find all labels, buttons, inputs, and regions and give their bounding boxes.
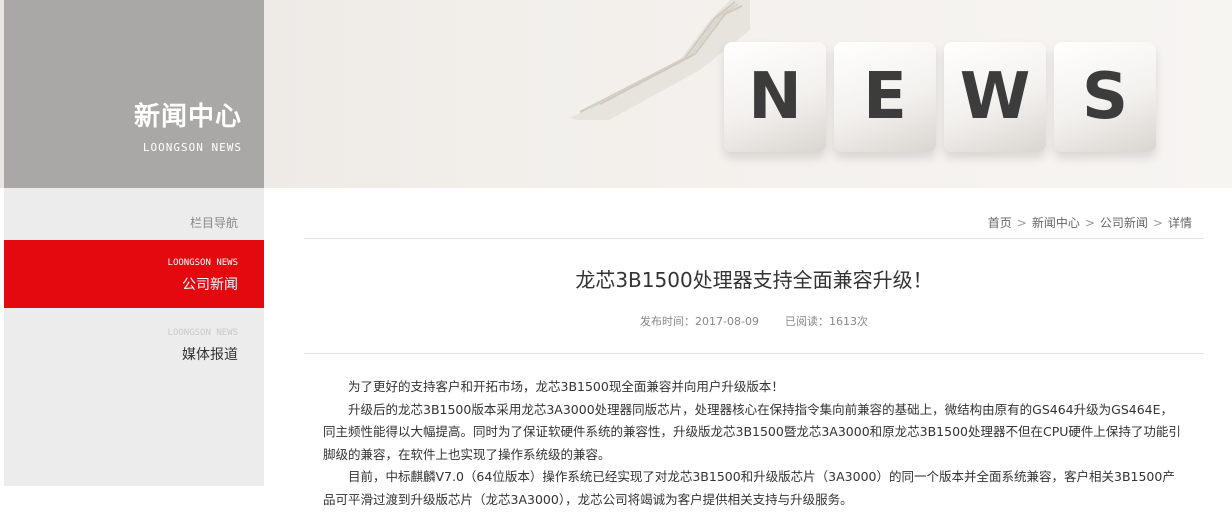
news-cube-letter: E — [863, 60, 907, 134]
chevron-right-icon: > — [1152, 216, 1163, 230]
sidebar-heading: 栏目导航 — [189, 216, 238, 230]
sidebar-item-media-reports[interactable]: LOONGSON NEWS 媒体报道 — [4, 320, 264, 370]
sidebar-item-en-label: LOONGSON NEWS — [167, 258, 238, 268]
article-paragraph: 目前，中标麒麟V7.0（64位版本）操作系统已经实现了对龙芯3B1500和升级版… — [323, 469, 1175, 507]
breadcrumb: 首页 > 新闻中心 > 公司新闻 > 详情 — [988, 214, 1192, 231]
article-paragraph: 升级后的龙芯3B1500版本采用龙芯3A3000处理器同版芯片，处理器核心在保持… — [323, 401, 1181, 462]
sidebar-item-label: 媒体报道 — [182, 347, 238, 363]
article-title: 龙芯3B1500处理器支持全面兼容升级！ — [575, 268, 933, 292]
article-paragraph: 为了更好的支持客户和开拓市场，龙芯3B1500现全面兼容并向用户升级版本！ — [348, 379, 784, 394]
chevron-right-icon: > — [1084, 216, 1095, 230]
news-cube-letter: W — [959, 60, 1031, 134]
divider — [304, 238, 1204, 239]
chevron-right-icon: > — [1016, 216, 1027, 230]
sidebar: 栏目导航 LOONGSON NEWS 公司新闻 LOONGSON NEWS 媒体… — [4, 188, 264, 486]
publish-date: 发布时间：2017-08-09 — [640, 315, 759, 328]
banner-subtitle: LOONGSON NEWS — [142, 141, 242, 154]
breadcrumb-home[interactable]: 首页 — [988, 216, 1012, 230]
sidebar-item-company-news[interactable]: LOONGSON NEWS 公司新闻 — [4, 240, 264, 308]
banner-title: 新闻中心 — [133, 102, 242, 132]
news-cube-e: E — [834, 42, 936, 152]
news-cube-s: S — [1054, 42, 1156, 152]
article-body: 为了更好的支持客户和开拓市场，龙芯3B1500现全面兼容并向用户升级版本！ 升级… — [323, 376, 1183, 511]
breadcrumb-company-news[interactable]: 公司新闻 — [1100, 216, 1148, 230]
news-cube-letter: N — [748, 60, 802, 134]
sidebar-item-en-label: LOONGSON NEWS — [167, 328, 238, 338]
banner-title-panel: 新闻中心 LOONGSON NEWS — [4, 0, 264, 188]
view-count: 已阅读：1613次 — [784, 315, 868, 328]
news-cube-n: N — [724, 42, 826, 152]
news-cube-w: W — [944, 42, 1046, 152]
news-banner: 新闻中心 LOONGSON NEWS N E W S — [0, 0, 1232, 188]
breadcrumb-news-center[interactable]: 新闻中心 — [1032, 216, 1080, 230]
divider — [304, 353, 1204, 354]
article-meta: 发布时间：2017-08-09 已阅读：1613次 — [304, 313, 1204, 329]
book-illustration — [570, 0, 750, 120]
news-cube-letter: S — [1081, 60, 1129, 134]
breadcrumb-detail: 详情 — [1167, 216, 1192, 230]
sidebar-item-label: 公司新闻 — [182, 277, 238, 293]
